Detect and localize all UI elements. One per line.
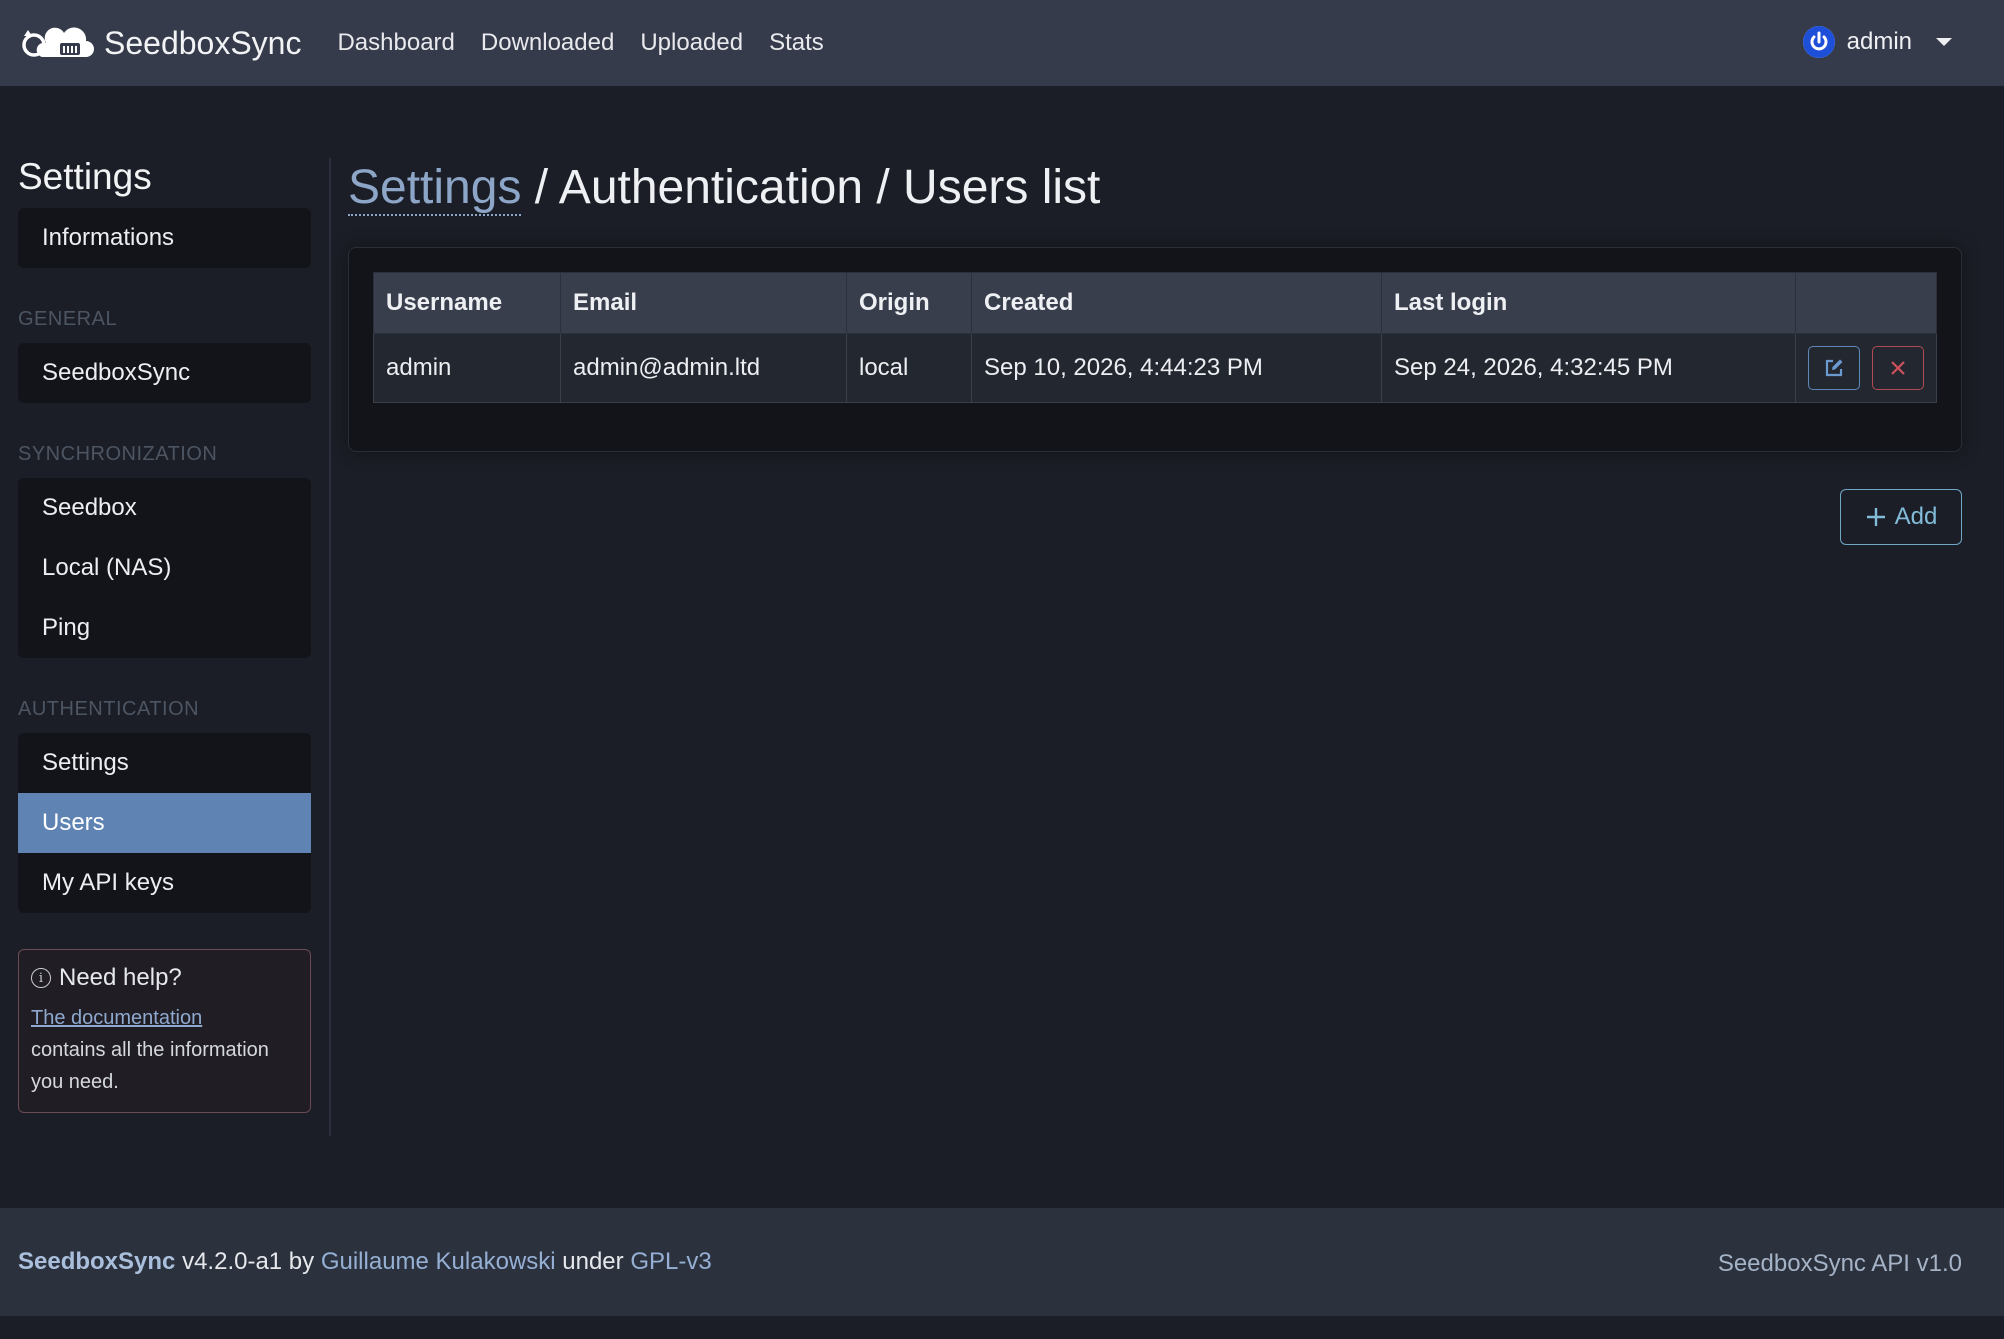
- sidebar-item-api-keys[interactable]: My API keys: [18, 853, 311, 913]
- cell-last-login: Sep 24, 2026, 4:32:45 PM: [1381, 333, 1796, 403]
- add-user-button[interactable]: Add: [1840, 489, 1962, 545]
- seedboxsync-logo-icon: [22, 27, 94, 57]
- sidebar-item-informations[interactable]: Informations: [18, 208, 311, 268]
- help-text: The documentation contains all the infor…: [31, 1002, 298, 1098]
- sidebar-title: Settings: [18, 156, 152, 197]
- sidebar-item-seedbox[interactable]: Seedbox: [18, 478, 311, 538]
- sidebar-group-authentication: Settings Users My API keys: [18, 733, 311, 913]
- cell-email: admin@admin.ltd: [560, 333, 847, 403]
- users-card: Username Email Origin Created Last login…: [348, 247, 1962, 452]
- add-button-label: Add: [1894, 503, 1938, 530]
- cell-username: admin: [373, 333, 561, 403]
- sidebar-item-seedboxsync[interactable]: SeedboxSync: [18, 343, 311, 403]
- edit-icon: [1825, 359, 1843, 377]
- users-table: Username Email Origin Created Last login…: [373, 272, 1937, 403]
- col-username: Username: [373, 272, 561, 334]
- sidebar-item-ping[interactable]: Ping: [18, 598, 311, 658]
- col-created: Created: [971, 272, 1382, 334]
- close-icon: [1891, 361, 1905, 375]
- api-link[interactable]: SeedboxSync API v1.0: [1718, 1250, 1962, 1278]
- sidebar-item-users[interactable]: Users: [18, 793, 311, 853]
- col-email: Email: [560, 272, 847, 334]
- footer-brand: SeedboxSync: [18, 1248, 176, 1275]
- sidebar-divider: [329, 158, 331, 1136]
- footer-version: v4.2.0-a1 by: [175, 1248, 321, 1275]
- nav-dashboard[interactable]: Dashboard: [337, 29, 454, 57]
- user-menu-dropdown[interactable]: admin: [1802, 26, 1952, 58]
- brand-link[interactable]: SeedboxSync: [20, 23, 301, 63]
- col-last-login: Last login: [1381, 272, 1796, 334]
- sidebar-group-main: Informations: [18, 208, 311, 268]
- sidebar-item-auth-settings[interactable]: Settings: [18, 733, 311, 793]
- breadcrumb-settings-link[interactable]: Settings: [348, 161, 522, 216]
- cell-origin: local: [846, 333, 972, 403]
- nav-downloaded[interactable]: Downloaded: [481, 29, 614, 57]
- sidebar-group-synchronization: Seedbox Local (NAS) Ping: [18, 478, 311, 658]
- breadcrumb-rest: / Authentication / Users list: [521, 161, 1101, 214]
- cell-actions: [1795, 333, 1937, 403]
- documentation-link[interactable]: The documentation: [31, 1007, 202, 1029]
- navbar: SeedboxSync Dashboard Downloaded Uploade…: [0, 0, 2004, 86]
- help-title-text: Need help?: [59, 964, 182, 991]
- sidebar-group-general: SeedboxSync: [18, 343, 311, 403]
- help-title: i Need help?: [31, 964, 298, 992]
- table-row: admin admin@admin.ltd local Sep 10, 2026…: [373, 333, 1937, 403]
- power-icon: [1802, 26, 1835, 58]
- info-icon: i: [31, 968, 51, 988]
- section-label-general: GENERAL: [18, 308, 118, 330]
- nav-stats[interactable]: Stats: [769, 29, 824, 57]
- edit-user-button[interactable]: [1808, 346, 1860, 390]
- brand-name: SeedboxSync: [104, 24, 302, 61]
- sidebar-item-local-nas[interactable]: Local (NAS): [18, 538, 311, 598]
- col-actions: [1795, 272, 1937, 334]
- main-nav: Dashboard Downloaded Uploaded Stats: [337, 29, 823, 57]
- user-name: admin: [1846, 28, 1912, 55]
- section-label-synchronization: SYNCHRONIZATION: [18, 443, 218, 465]
- settings-sidebar: Settings Informations GENERAL SeedboxSyn…: [18, 156, 311, 1113]
- col-origin: Origin: [846, 272, 972, 334]
- author-link[interactable]: Guillaume Kulakowski: [321, 1248, 556, 1275]
- footer-credits: SeedboxSync v4.2.0-a1 by Guillaume Kulak…: [18, 1248, 712, 1276]
- help-box: i Need help? The documentation contains …: [18, 949, 311, 1113]
- plus-icon: [1866, 508, 1885, 526]
- delete-user-button[interactable]: [1872, 346, 1924, 390]
- page-title: Settings / Authentication / Users list: [348, 160, 1101, 216]
- chevron-down-icon: [1936, 38, 1952, 46]
- section-label-authentication: AUTHENTICATION: [18, 698, 200, 720]
- table-header-row: Username Email Origin Created Last login: [373, 272, 1937, 334]
- footer-under: under: [555, 1248, 631, 1275]
- help-body: contains all the information you need.: [31, 1039, 269, 1093]
- license-link[interactable]: GPL-v3: [630, 1248, 711, 1275]
- nav-uploaded[interactable]: Uploaded: [640, 29, 743, 57]
- cell-created: Sep 10, 2026, 4:44:23 PM: [971, 333, 1382, 403]
- footer: SeedboxSync v4.2.0-a1 by Guillaume Kulak…: [0, 1208, 2004, 1316]
